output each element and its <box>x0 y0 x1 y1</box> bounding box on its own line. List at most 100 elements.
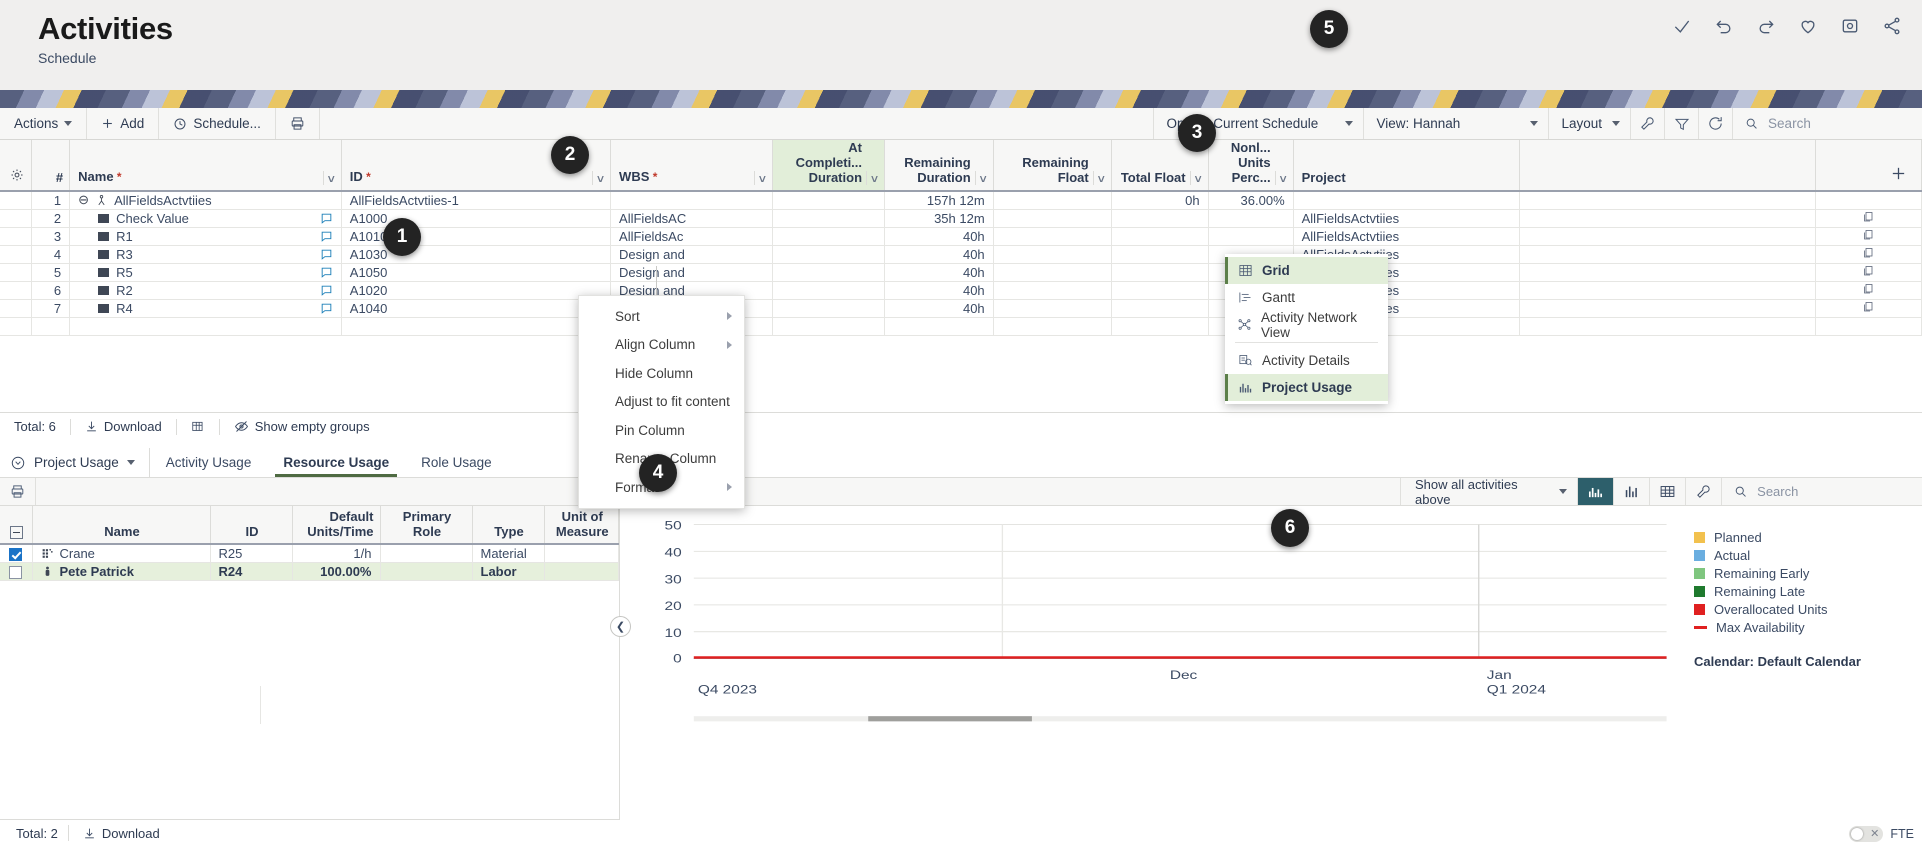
row-id[interactable]: A1000 <box>341 209 612 228</box>
row-total-float[interactable] <box>1111 209 1209 228</box>
row-total-float[interactable] <box>1111 245 1209 264</box>
histogram-view-button[interactable] <box>1578 478 1614 505</box>
grid-settings-header[interactable] <box>0 140 33 192</box>
project-usage-selector[interactable]: Project Usage <box>0 448 150 477</box>
toolbar-search[interactable] <box>1732 108 1922 139</box>
fte-toggle-group[interactable]: ✕ FTE <box>1849 826 1914 842</box>
tab-activity-usage[interactable]: Activity Usage <box>150 448 268 477</box>
table-row[interactable]: 3 R1 A1010 AllFieldsAc 40h AllFieldsActv… <box>0 227 1922 246</box>
row-name[interactable]: ⊖ AllFieldsActvtiies <box>69 191 342 210</box>
row-at-completion[interactable] <box>772 299 886 318</box>
table-row[interactable]: 2 Check Value A1000 AllFieldsAC 35h 12m <box>0 209 1922 228</box>
context-menu-item-pin-column[interactable]: Pin Column <box>579 416 744 445</box>
row-remaining-float[interactable] <box>993 281 1112 300</box>
row-id[interactable]: A1040 <box>341 299 612 318</box>
resource-type[interactable]: Labor <box>472 562 545 581</box>
layout-menu-item-gantt[interactable]: Gantt <box>1225 284 1388 311</box>
copy-icon[interactable] <box>1862 282 1874 295</box>
row-at-completion[interactable] <box>772 191 886 210</box>
row-remaining-float[interactable] <box>993 245 1112 264</box>
chevron-down-icon[interactable]: ˅ <box>866 171 878 185</box>
search-input[interactable] <box>1766 115 1910 132</box>
column-header-add[interactable] <box>1815 140 1922 192</box>
row-name[interactable]: Check Value <box>69 209 342 228</box>
settings-wrench-button[interactable] <box>1630 108 1664 139</box>
filter-button[interactable] <box>1664 108 1698 139</box>
row-checkbox[interactable] <box>9 565 23 579</box>
layout-button[interactable]: Layout <box>1548 108 1630 139</box>
resource-id[interactable]: R25 <box>210 544 293 563</box>
resource-primary-role[interactable] <box>380 562 473 581</box>
list-item[interactable]: Crane R25 1/h Material <box>0 544 619 563</box>
resource-unit-of-measure[interactable] <box>544 562 619 581</box>
row-remaining-duration[interactable]: 40h <box>884 227 994 246</box>
row-copy-cell[interactable] <box>1815 191 1922 210</box>
table-row[interactable]: 5 R5 A1050 Design and 40h AllFieldsActv <box>0 263 1922 282</box>
row-copy-cell[interactable] <box>1815 263 1922 282</box>
share-icon[interactable] <box>1880 14 1904 38</box>
row-total-float[interactable] <box>1111 227 1209 246</box>
print-button[interactable] <box>276 108 320 139</box>
chart-search[interactable] <box>1722 478 1922 505</box>
show-empty-groups-button[interactable]: Show empty groups <box>220 419 384 434</box>
resource-col-unit-of-measure[interactable]: Unit of Measure <box>544 506 619 545</box>
columns-config-button[interactable] <box>177 420 219 434</box>
check-icon[interactable] <box>1670 14 1694 38</box>
collapse-panel-button[interactable]: ❮ <box>610 616 631 637</box>
row-checkbox[interactable] <box>9 547 23 561</box>
resource-primary-role[interactable] <box>380 544 473 563</box>
row-remaining-float[interactable] <box>993 209 1112 228</box>
actions-button[interactable]: Actions <box>0 108 88 139</box>
row-project[interactable]: AllFieldsActvtiies <box>1293 209 1521 228</box>
resource-col-type[interactable]: Type <box>472 506 545 545</box>
row-wbs[interactable]: Design and <box>610 263 773 282</box>
row-remaining-duration[interactable]: 40h <box>884 299 994 318</box>
row-name[interactable]: R5 <box>69 263 342 282</box>
column-header-project[interactable]: Project <box>1293 140 1521 192</box>
row-remaining-duration[interactable]: 35h 12m <box>884 209 994 228</box>
column-header-remaining-float[interactable]: Remaining Float ˅ <box>993 140 1112 192</box>
row-wbs[interactable]: AllFieldsAC <box>610 209 773 228</box>
row-wbs[interactable] <box>610 191 773 210</box>
schedule-button[interactable]: Schedule... <box>159 108 276 139</box>
row-at-completion[interactable] <box>772 227 886 246</box>
chevron-down-icon[interactable]: ˅ <box>753 171 766 185</box>
row-at-completion[interactable] <box>772 263 886 282</box>
chevron-down-icon[interactable]: ˅ <box>1092 171 1105 185</box>
resource-print-button[interactable] <box>0 478 36 505</box>
download-button[interactable]: Download <box>71 419 176 434</box>
table-row[interactable]: 6 R2 A1020 Design and 40h AllFieldsActv <box>0 281 1922 300</box>
copy-icon[interactable] <box>1862 264 1874 277</box>
row-name[interactable]: R4 <box>69 299 342 318</box>
row-name[interactable]: R1 <box>69 227 342 246</box>
column-header-remaining-duration[interactable]: Remaining Duration ˅ <box>884 140 994 192</box>
heart-icon[interactable] <box>1796 14 1820 38</box>
fte-toggle[interactable]: ✕ <box>1849 826 1884 842</box>
chevron-down-icon[interactable]: ˅ <box>974 171 987 185</box>
row-copy-cell[interactable] <box>1815 299 1922 318</box>
row-id[interactable]: AllFieldsActvtiies-1 <box>341 191 612 210</box>
note-icon[interactable] <box>320 302 333 315</box>
copy-icon[interactable] <box>1862 246 1874 259</box>
minus-box-icon[interactable] <box>10 526 24 539</box>
resource-download-button[interactable]: Download <box>69 826 174 841</box>
copy-icon[interactable] <box>1862 228 1874 241</box>
row-id[interactable]: A1020 <box>341 281 612 300</box>
row-name[interactable]: R2 <box>69 281 342 300</box>
row-nonlabor-units-pct[interactable]: 36.00% <box>1208 191 1294 210</box>
tab-resource-usage[interactable]: Resource Usage <box>267 448 405 477</box>
row-remaining-duration[interactable]: 40h <box>884 281 994 300</box>
row-remaining-float[interactable] <box>993 263 1112 282</box>
add-button[interactable]: Add <box>87 108 160 139</box>
row-remaining-float[interactable] <box>993 227 1112 246</box>
tab-role-usage[interactable]: Role Usage <box>405 448 508 477</box>
row-copy-cell[interactable] <box>1815 227 1922 246</box>
note-icon[interactable] <box>320 284 333 297</box>
note-icon[interactable] <box>320 212 333 225</box>
row-project[interactable] <box>1293 191 1521 210</box>
resource-col-id[interactable]: ID <box>210 506 293 545</box>
layout-menu-item-project-usage[interactable]: Project Usage <box>1225 374 1388 401</box>
chart-settings-button[interactable] <box>1686 478 1722 505</box>
histogram-stacked-view-button[interactable] <box>1614 478 1650 505</box>
column-header-at-completion-duration[interactable]: At Completi... Duration ˅ <box>772 140 886 192</box>
